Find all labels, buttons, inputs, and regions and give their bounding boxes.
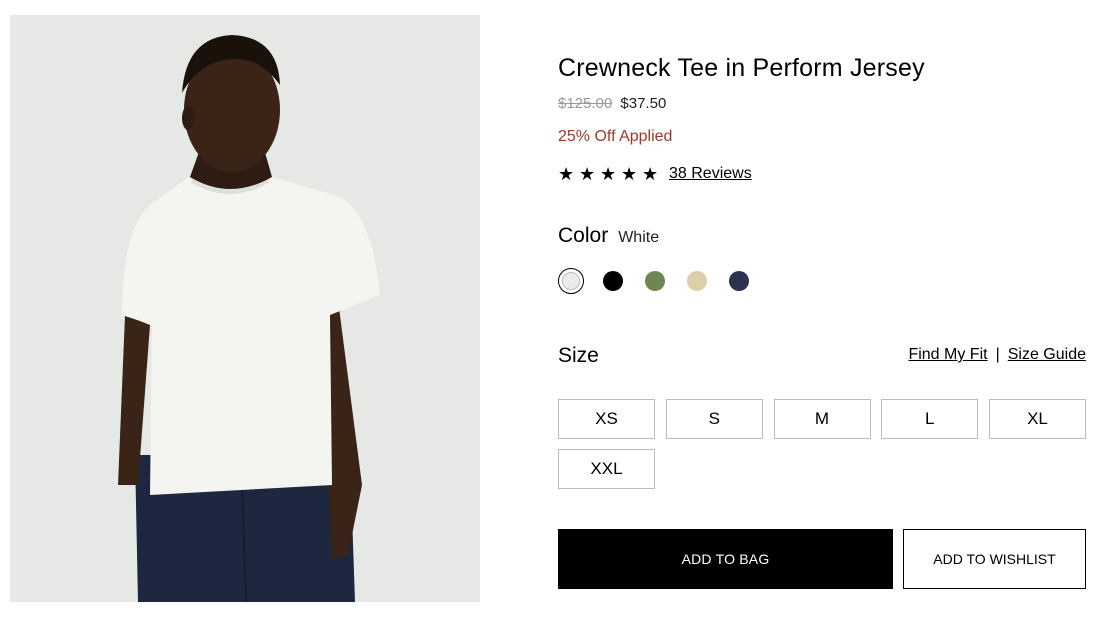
reviews-link[interactable]: 38 Reviews — [669, 165, 752, 183]
sale-price: $37.50 — [620, 95, 667, 112]
color-swatch-khaki[interactable] — [684, 268, 710, 294]
size-option-xxl[interactable]: XXL — [558, 449, 655, 489]
swatch-color-dot — [729, 271, 749, 291]
star-icon: ★ — [642, 164, 659, 184]
swatch-color-dot — [687, 271, 707, 291]
size-option-xl[interactable]: XL — [989, 399, 1086, 439]
size-option-xs[interactable]: XS — [558, 399, 655, 439]
star-icon: ★ — [558, 164, 575, 184]
color-swatch-olive[interactable] — [642, 268, 668, 294]
swatch-color-dot — [562, 272, 580, 290]
star-icon: ★ — [621, 164, 638, 184]
rating-row: ★ ★ ★ ★ ★ 38 Reviews — [558, 164, 752, 184]
product-image — [10, 15, 480, 602]
color-label-row: Color White — [558, 224, 659, 248]
swatch-color-dot — [603, 271, 623, 291]
selected-color-value: White — [618, 229, 660, 246]
product-info: Crewneck Tee in Perform Jersey $125.00 $… — [558, 0, 1086, 621]
color-swatch-black[interactable] — [600, 268, 626, 294]
star-icon: ★ — [579, 164, 596, 184]
color-swatch-navy[interactable] — [726, 268, 752, 294]
size-guide-link[interactable]: Size Guide — [1008, 346, 1086, 364]
add-to-wishlist-button[interactable]: ADD TO WISHLIST — [903, 529, 1086, 589]
star-icon: ★ — [600, 164, 617, 184]
size-option-s[interactable]: S — [665, 399, 763, 439]
original-price: $125.00 — [558, 95, 613, 112]
price-row: $125.00 $37.50 — [558, 95, 666, 112]
size-option-l[interactable]: L — [881, 399, 979, 439]
size-links: Find My Fit | Size Guide — [908, 346, 1086, 364]
add-to-bag-button[interactable]: ADD TO BAG — [558, 529, 893, 589]
model-photo — [10, 15, 480, 602]
find-my-fit-link[interactable]: Find My Fit — [908, 346, 987, 364]
product-title: Crewneck Tee in Perform Jersey — [558, 54, 925, 82]
size-label: Size — [558, 344, 599, 367]
swatch-color-dot — [645, 271, 665, 291]
color-swatch-white[interactable] — [558, 268, 584, 294]
size-option-m[interactable]: M — [773, 399, 871, 439]
color-swatches — [558, 268, 768, 294]
discount-label: 25% Off Applied — [558, 128, 673, 145]
link-separator: | — [995, 346, 1000, 363]
color-label: Color — [558, 224, 609, 247]
